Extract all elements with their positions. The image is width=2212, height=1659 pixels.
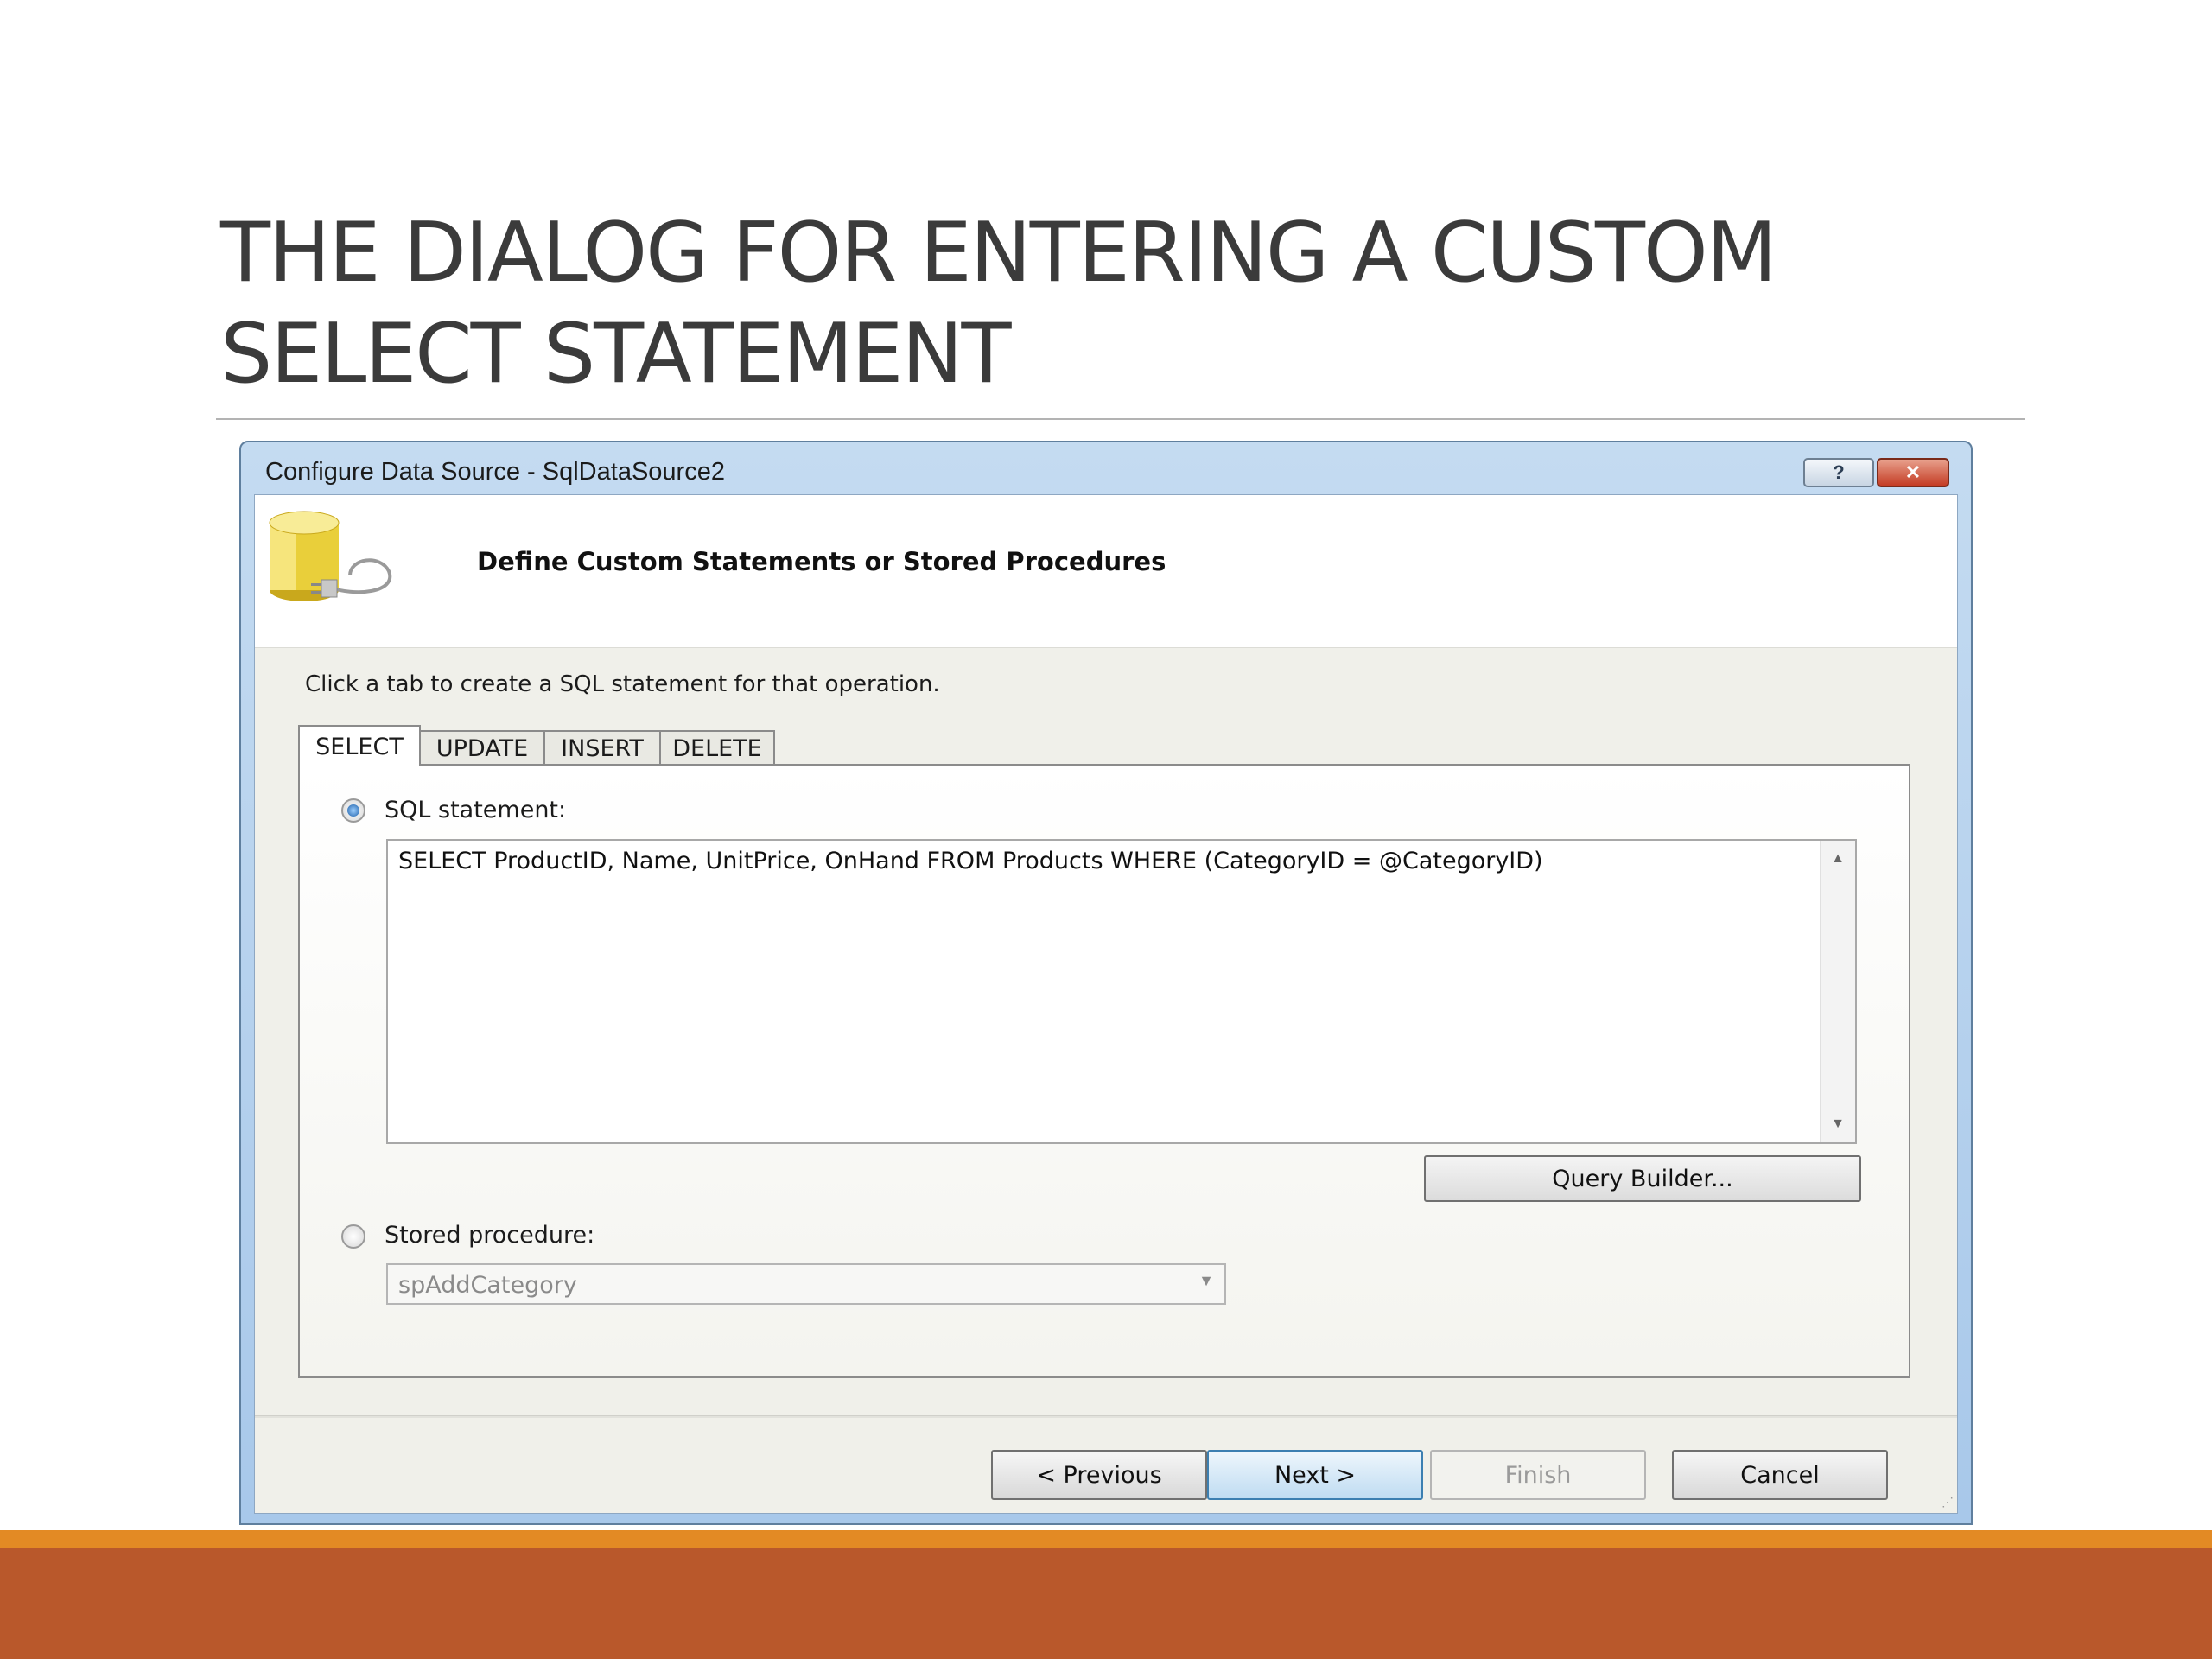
stored-procedure-radio[interactable] xyxy=(341,1224,365,1249)
dialog-client-area: Define Custom Statements or Stored Proce… xyxy=(254,494,1958,1514)
title-divider xyxy=(216,418,2025,420)
help-icon: ? xyxy=(1833,461,1845,483)
sql-statement-text: SELECT ProductID, Name, UnitPrice, OnHan… xyxy=(398,848,1543,874)
close-button[interactable]: ✕ xyxy=(1877,458,1949,487)
select-tab-panel: SQL statement: SELECT ProductID, Name, U… xyxy=(298,764,1910,1378)
finish-button[interactable]: Finish xyxy=(1430,1450,1646,1500)
tab-delete[interactable]: DELETE xyxy=(659,730,775,765)
resize-grip[interactable]: ⋰ xyxy=(1942,1495,1954,1510)
tab-insert[interactable]: INSERT xyxy=(543,730,661,765)
tab-update[interactable]: UPDATE xyxy=(419,730,545,765)
next-button[interactable]: Next > xyxy=(1207,1450,1423,1500)
sql-statement-radio[interactable] xyxy=(341,798,365,823)
cancel-button[interactable]: Cancel xyxy=(1672,1450,1888,1500)
configure-data-source-dialog: Configure Data Source - SqlDataSource2 ?… xyxy=(239,441,1973,1525)
instruction-text: Click a tab to create a SQL statement fo… xyxy=(305,671,940,697)
slide-title: THE DIALOG FOR ENTERING A CUSTOM SELECT … xyxy=(220,206,1777,402)
slide-footer-stripe xyxy=(0,1530,2212,1548)
sql-statement-textarea[interactable]: SELECT ProductID, Name, UnitPrice, OnHan… xyxy=(386,839,1857,1144)
previous-button[interactable]: < Previous xyxy=(991,1450,1207,1500)
scroll-down-icon[interactable]: ▼ xyxy=(1821,1111,1855,1137)
scroll-up-icon[interactable]: ▲ xyxy=(1821,846,1855,872)
close-icon: ✕ xyxy=(1904,461,1922,483)
wizard-step-heading: Define Custom Statements or Stored Proce… xyxy=(477,547,1166,576)
stored-procedure-label: Stored procedure: xyxy=(385,1222,595,1249)
stored-procedure-select[interactable]: spAddCategory ▼ xyxy=(386,1263,1226,1305)
sql-scrollbar[interactable]: ▲ ▼ xyxy=(1820,841,1855,1142)
stored-procedure-value: spAddCategory xyxy=(398,1272,577,1299)
tab-select[interactable]: SELECT xyxy=(298,725,421,766)
query-builder-button[interactable]: Query Builder... xyxy=(1424,1155,1861,1202)
dialog-title: Configure Data Source - SqlDataSource2 xyxy=(265,458,725,486)
slide-footer-band xyxy=(0,1530,2212,1659)
sql-statement-label: SQL statement: xyxy=(385,797,567,823)
help-button[interactable]: ? xyxy=(1803,458,1874,487)
wizard-header: Define Custom Statements or Stored Proce… xyxy=(255,495,1957,648)
chevron-down-icon: ▼ xyxy=(1198,1272,1214,1289)
database-icon xyxy=(269,511,392,601)
footer-divider xyxy=(255,1415,1957,1418)
